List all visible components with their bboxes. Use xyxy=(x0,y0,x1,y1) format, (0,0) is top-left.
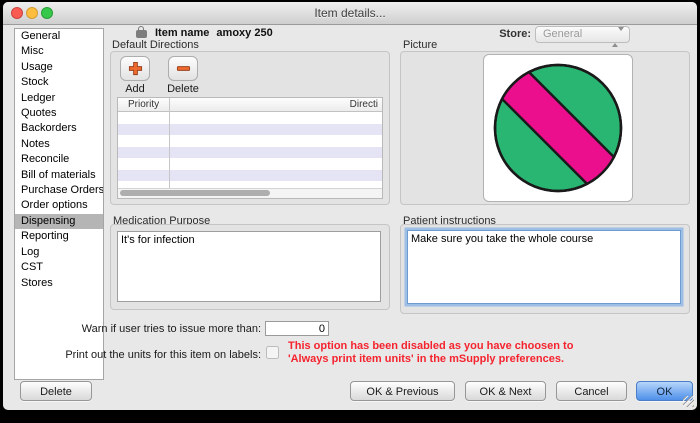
column-directions: Directi xyxy=(350,99,378,110)
table-row[interactable] xyxy=(118,124,382,136)
resize-grip[interactable] xyxy=(683,396,694,407)
delete-button-label: Delete xyxy=(163,83,203,95)
ok-next-button[interactable]: OK & Next xyxy=(465,381,546,401)
window-title: Item details... xyxy=(3,6,697,20)
store-label: Store: xyxy=(458,28,531,40)
item-details-window: Item details... General Misc Usage Stock… xyxy=(3,2,697,410)
item-name-label: Item name xyxy=(155,27,209,39)
store-select[interactable]: General xyxy=(535,26,630,43)
patient-instructions-input[interactable]: Make sure you take the whole course xyxy=(407,230,681,304)
sidebar-item-cst[interactable]: CST xyxy=(15,260,103,275)
ok-previous-button[interactable]: OK & Previous xyxy=(350,381,455,401)
sidebar-item-reconcile[interactable]: Reconcile xyxy=(15,152,103,167)
print-units-warning: This option has been disabled as you hav… xyxy=(288,340,616,366)
sidebar-item-general[interactable]: General xyxy=(15,29,103,44)
sidebar-item-reporting[interactable]: Reporting xyxy=(15,229,103,244)
warn-issue-input[interactable] xyxy=(265,321,329,336)
sidebar-item-misc[interactable]: Misc xyxy=(15,44,103,59)
title-bar: Item details... xyxy=(3,2,697,25)
picture-title: Picture xyxy=(403,39,437,51)
add-button[interactable] xyxy=(120,56,150,81)
delete-direction-button[interactable] xyxy=(168,56,198,81)
sidebar-item-order-options[interactable]: Order options xyxy=(15,198,103,213)
sidebar-item-stock[interactable]: Stock xyxy=(15,75,103,90)
column-divider xyxy=(169,98,170,191)
directions-table-body xyxy=(118,112,382,193)
table-row[interactable] xyxy=(118,147,382,159)
horizontal-scrollbar[interactable] xyxy=(118,188,382,198)
column-priority: Priority xyxy=(128,99,159,110)
print-units-label: Print out the units for this item on lab… xyxy=(23,349,261,361)
sidebar-item-purchase-orders[interactable]: Purchase Orders xyxy=(15,183,103,198)
medication-purpose-input[interactable]: It's for infection xyxy=(117,231,381,302)
no-entry-sign-image xyxy=(491,61,625,195)
chevron-up-down-icon xyxy=(612,30,624,45)
item-picture[interactable] xyxy=(483,54,633,202)
directions-table[interactable]: Priority Directi xyxy=(117,97,383,199)
sidebar-item-bill-of-materials[interactable]: Bill of materials xyxy=(15,168,103,183)
item-name-header: Item name amoxy 250 xyxy=(136,26,273,39)
table-row[interactable] xyxy=(118,158,382,170)
lock-icon xyxy=(136,26,148,39)
cancel-button[interactable]: Cancel xyxy=(556,381,627,401)
minus-icon xyxy=(176,61,191,76)
sidebar-item-stores[interactable]: Stores xyxy=(15,276,103,291)
directions-table-header: Priority Directi xyxy=(118,98,382,112)
sidebar-item-log[interactable]: Log xyxy=(15,245,103,260)
table-row[interactable] xyxy=(118,112,382,124)
default-directions-title: Default Directions xyxy=(112,39,199,51)
sidebar-item-ledger[interactable]: Ledger xyxy=(15,91,103,106)
sidebar-item-usage[interactable]: Usage xyxy=(15,60,103,75)
add-button-label: Add xyxy=(115,83,155,95)
scrollbar-thumb[interactable] xyxy=(120,190,270,196)
sidebar-item-backorders[interactable]: Backorders xyxy=(15,121,103,136)
plus-icon xyxy=(128,61,143,76)
sidebar-item-quotes[interactable]: Quotes xyxy=(15,106,103,121)
sidebar-item-notes[interactable]: Notes xyxy=(15,137,103,152)
sidebar-item-dispensing[interactable]: Dispensing xyxy=(15,214,103,229)
delete-item-button[interactable]: Delete xyxy=(20,381,92,401)
print-units-checkbox[interactable] xyxy=(266,346,279,359)
store-select-value: General xyxy=(543,28,582,40)
warn-issue-label: Warn if user tries to issue more than: xyxy=(63,323,261,335)
table-row[interactable] xyxy=(118,135,382,147)
item-name-value: amoxy 250 xyxy=(216,27,272,39)
table-row[interactable] xyxy=(118,170,382,182)
